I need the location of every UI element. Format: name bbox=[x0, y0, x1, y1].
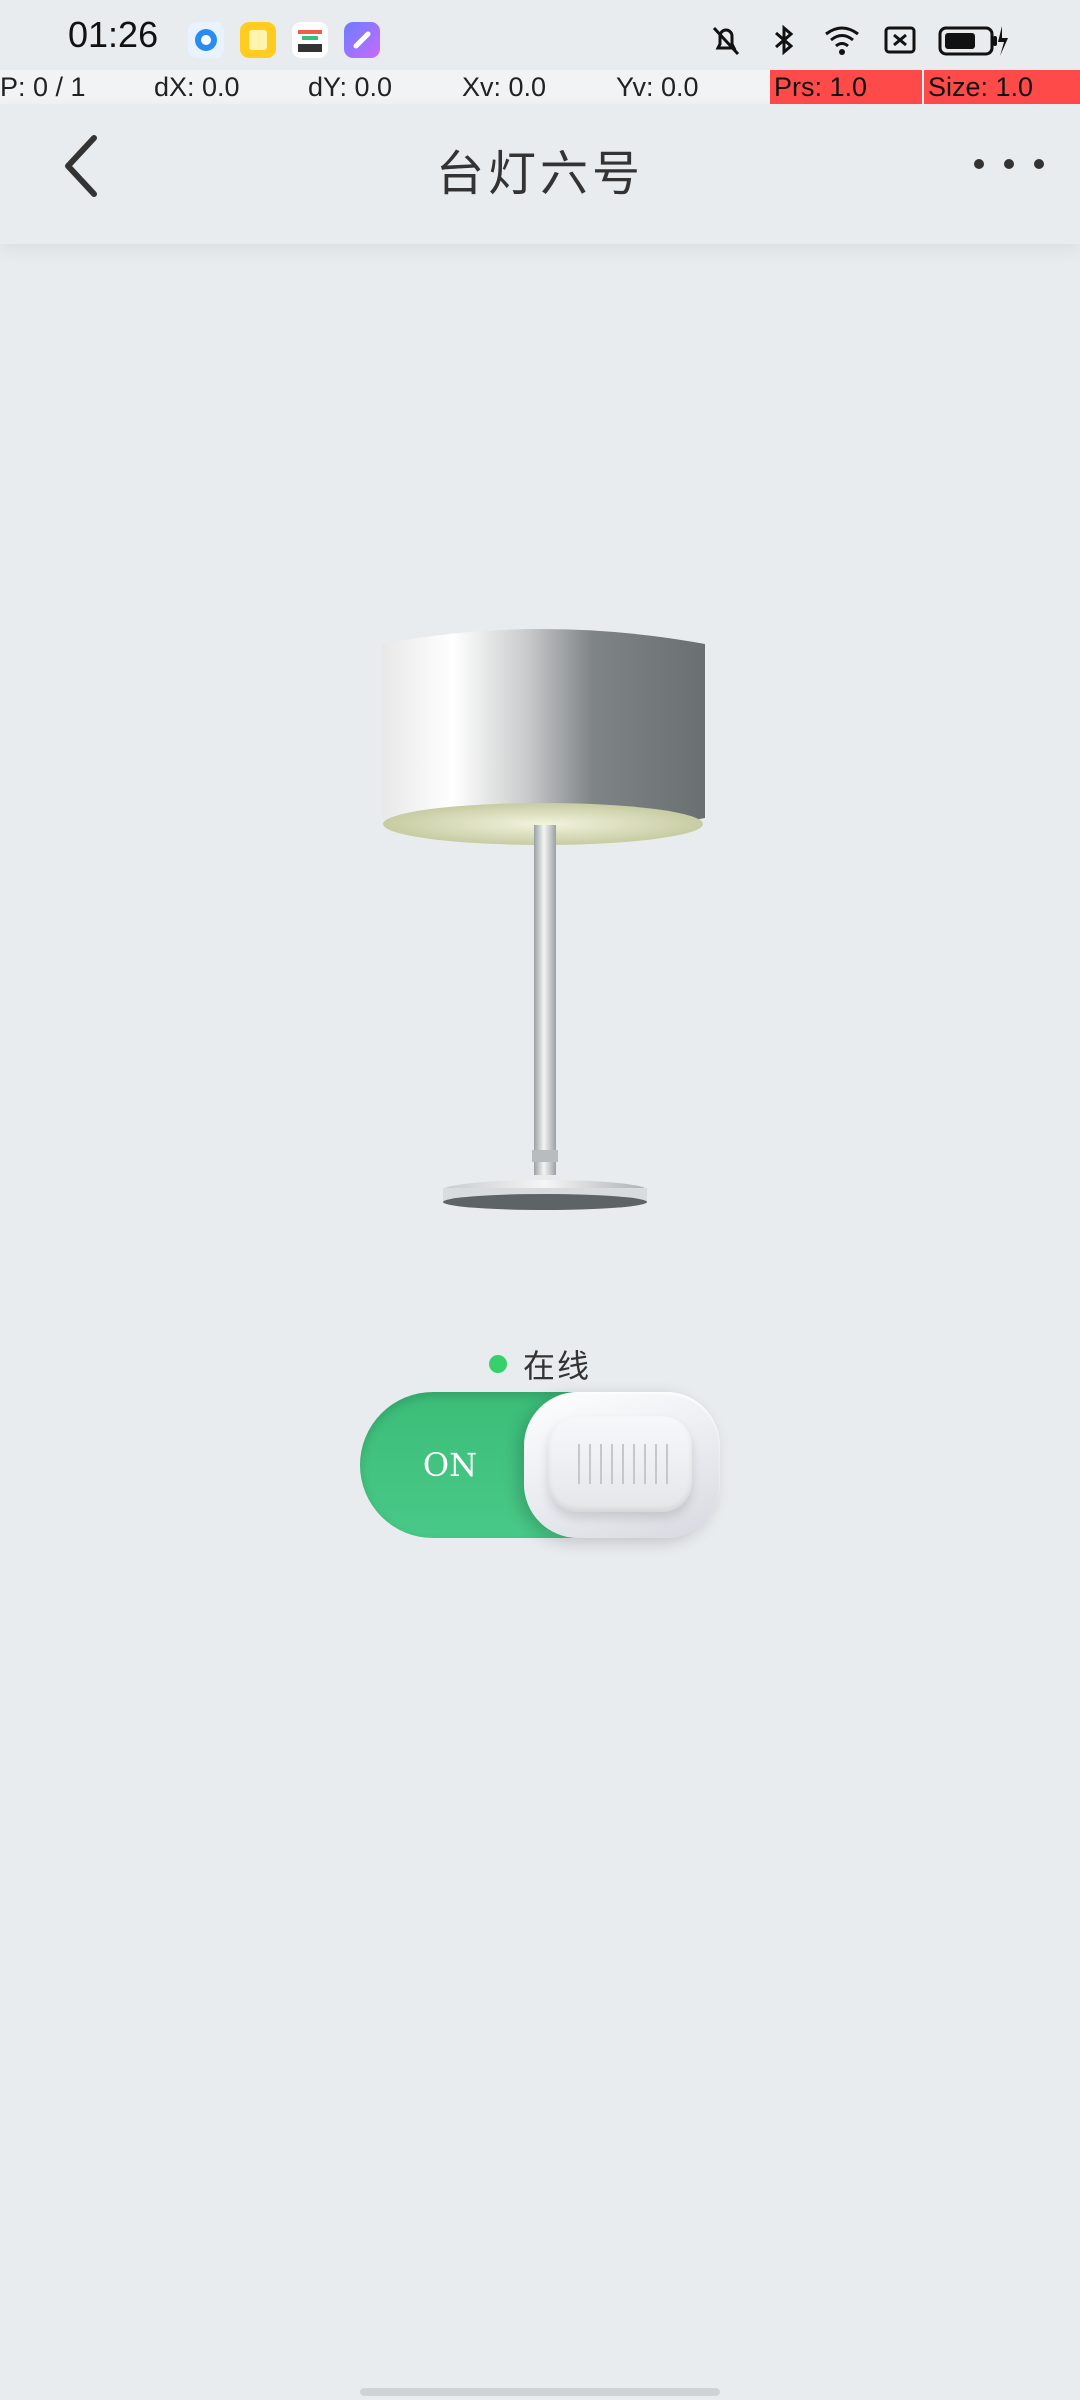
app-header: 台灯六号 bbox=[0, 104, 1080, 244]
online-indicator-dot bbox=[488, 1355, 507, 1373]
debug-xv: Xv: 0.0 bbox=[462, 72, 547, 102]
bluetooth-icon bbox=[764, 20, 804, 60]
page-title: 台灯六号 bbox=[435, 146, 644, 202]
pointer-debug-strip: P: 0 / 1 dX: 0.0 dY: 0.0 Xv: 0.0 Yv: 0.0… bbox=[0, 70, 1080, 104]
store-app-icon bbox=[292, 22, 328, 58]
home-indicator[interactable] bbox=[360, 2388, 720, 2396]
alarm-off-icon bbox=[706, 20, 746, 60]
sim-off-icon bbox=[880, 20, 920, 60]
status-time: 01:26 bbox=[68, 14, 159, 55]
more-horizontal-icon bbox=[974, 159, 984, 169]
online-status: 在线 bbox=[0, 1340, 1080, 1388]
switch-state-label: ON bbox=[422, 1446, 478, 1484]
switch-knob[interactable] bbox=[524, 1392, 720, 1538]
status-bar: 01:26 bbox=[0, 0, 1080, 72]
debug-dy: dY: 0.0 bbox=[308, 72, 393, 102]
power-toggle-switch[interactable]: ON bbox=[360, 1392, 720, 1538]
browser-app-icon bbox=[188, 22, 224, 58]
notes-app-icon bbox=[240, 22, 276, 58]
more-button[interactable] bbox=[974, 144, 1044, 184]
debug-size: Size: 1.0 bbox=[924, 70, 1080, 104]
debug-pointer-count: P: 0 / 1 bbox=[0, 72, 86, 102]
grip-lines-icon bbox=[578, 1444, 668, 1484]
debug-dx: dX: 0.0 bbox=[154, 72, 240, 102]
online-status-text: 在线 bbox=[522, 1347, 591, 1385]
assistant-app-icon bbox=[344, 22, 380, 58]
wifi-icon bbox=[822, 20, 862, 60]
debug-yv: Yv: 0.0 bbox=[616, 72, 699, 102]
debug-pressure: Prs: 1.0 bbox=[770, 70, 922, 104]
battery-charging-icon bbox=[938, 20, 1010, 60]
lamp-illustration bbox=[360, 620, 720, 1220]
status-icons bbox=[706, 20, 1010, 60]
